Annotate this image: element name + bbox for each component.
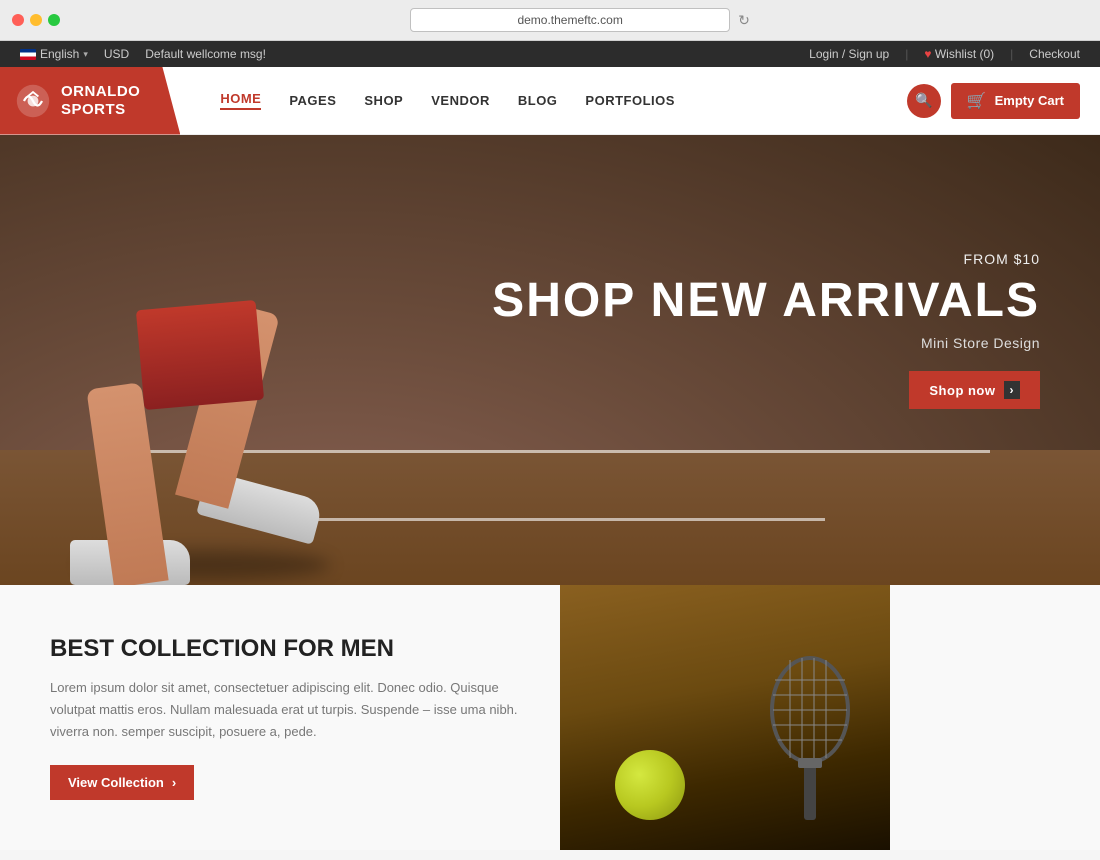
collection-image [560,585,890,850]
welcome-message: Default wellcome msg! [145,47,266,61]
nav-link-portfolios[interactable]: PORTFOLIOS [585,93,675,108]
nav-right: 🔍 🛒 Empty Cart [907,83,1080,119]
cart-label: Empty Cart [995,93,1064,108]
collection-arrow-icon: › [172,775,176,790]
nav-link-pages[interactable]: PAGES [289,93,336,108]
hero-content: FROM $10 SHOP NEW ARRIVALS Mini Store De… [492,251,1100,470]
search-icon: 🔍 [915,92,932,109]
collection-cta-label: View Collection [68,775,164,790]
logo-icon [15,83,51,119]
top-bar: English ▾ USD Default wellcome msg! Logi… [0,41,1100,67]
tennis-image-area [560,585,890,850]
main-nav: ORNALDO SPORTS HOME PAGES SHOP VENDOR BL… [0,67,1100,135]
logo-text: ORNALDO SPORTS [61,83,140,119]
language-label: English [40,47,79,61]
language-selector[interactable]: English ▾ [20,47,88,61]
nav-link-vendor[interactable]: VENDOR [431,93,490,108]
hero-arrow-icon: › [1004,381,1021,399]
url-bar[interactable]: demo.themeftc.com [410,8,730,32]
browser-dots [12,14,60,26]
below-hero-section: BEST COLLECTION FOR MEN Lorem ipsum dolo… [0,585,1100,850]
search-button[interactable]: 🔍 [907,84,941,118]
wishlist-label: Wishlist (0) [935,47,994,61]
shorts [136,300,264,410]
heart-icon: ♥ [924,47,931,61]
wishlist-link[interactable]: ♥ Wishlist (0) [924,47,994,61]
dot-yellow[interactable] [30,14,42,26]
collection-description: Lorem ipsum dolor sit amet, consectetuer… [50,677,520,743]
language-chevron-icon: ▾ [83,49,88,60]
hero-from-price: FROM $10 [492,251,1040,267]
top-bar-right: Login / Sign up | ♥ Wishlist (0) | Check… [809,47,1080,61]
hero-cta-label: Shop now [929,383,995,398]
hero-title: SHOP NEW ARRIVALS [492,275,1040,328]
nav-link-blog[interactable]: BLOG [518,93,558,108]
login-link[interactable]: Login / Sign up [809,47,889,61]
hero-cta-button[interactable]: Shop now › [909,371,1040,409]
nav-links: HOME PAGES SHOP VENDOR BLOG PORTFOLIOS [220,91,906,110]
collection-cta-button[interactable]: View Collection › [50,765,194,800]
nav-link-shop[interactable]: SHOP [364,93,403,108]
collection-title: BEST COLLECTION FOR MEN [50,635,520,663]
divider: | [905,47,908,61]
hero-section: FROM $10 SHOP NEW ARRIVALS Mini Store De… [0,135,1100,585]
browser-titlebar: demo.themeftc.com ↻ [0,0,1100,41]
browser-chrome: demo.themeftc.com ↻ [0,0,1100,41]
flag-icon [20,49,36,60]
browser-urlbar: demo.themeftc.com ↻ [72,8,1088,32]
dot-red[interactable] [12,14,24,26]
dot-green[interactable] [48,14,60,26]
top-bar-left: English ▾ USD Default wellcome msg! [20,47,266,61]
refresh-icon[interactable]: ↻ [738,12,750,29]
tennis-ball [615,750,685,820]
cart-icon: 🛒 [967,91,987,111]
currency-selector[interactable]: USD [104,47,129,61]
divider2: | [1010,47,1013,61]
collection-block: BEST COLLECTION FOR MEN Lorem ipsum dolo… [0,585,560,850]
tennis-racket-svg [760,650,860,830]
logo[interactable]: ORNALDO SPORTS [0,67,180,135]
checkout-link[interactable]: Checkout [1029,47,1080,61]
nav-link-home[interactable]: HOME [220,91,261,110]
hero-subtitle: Mini Store Design [492,335,1040,351]
cart-button[interactable]: 🛒 Empty Cart [951,83,1080,119]
